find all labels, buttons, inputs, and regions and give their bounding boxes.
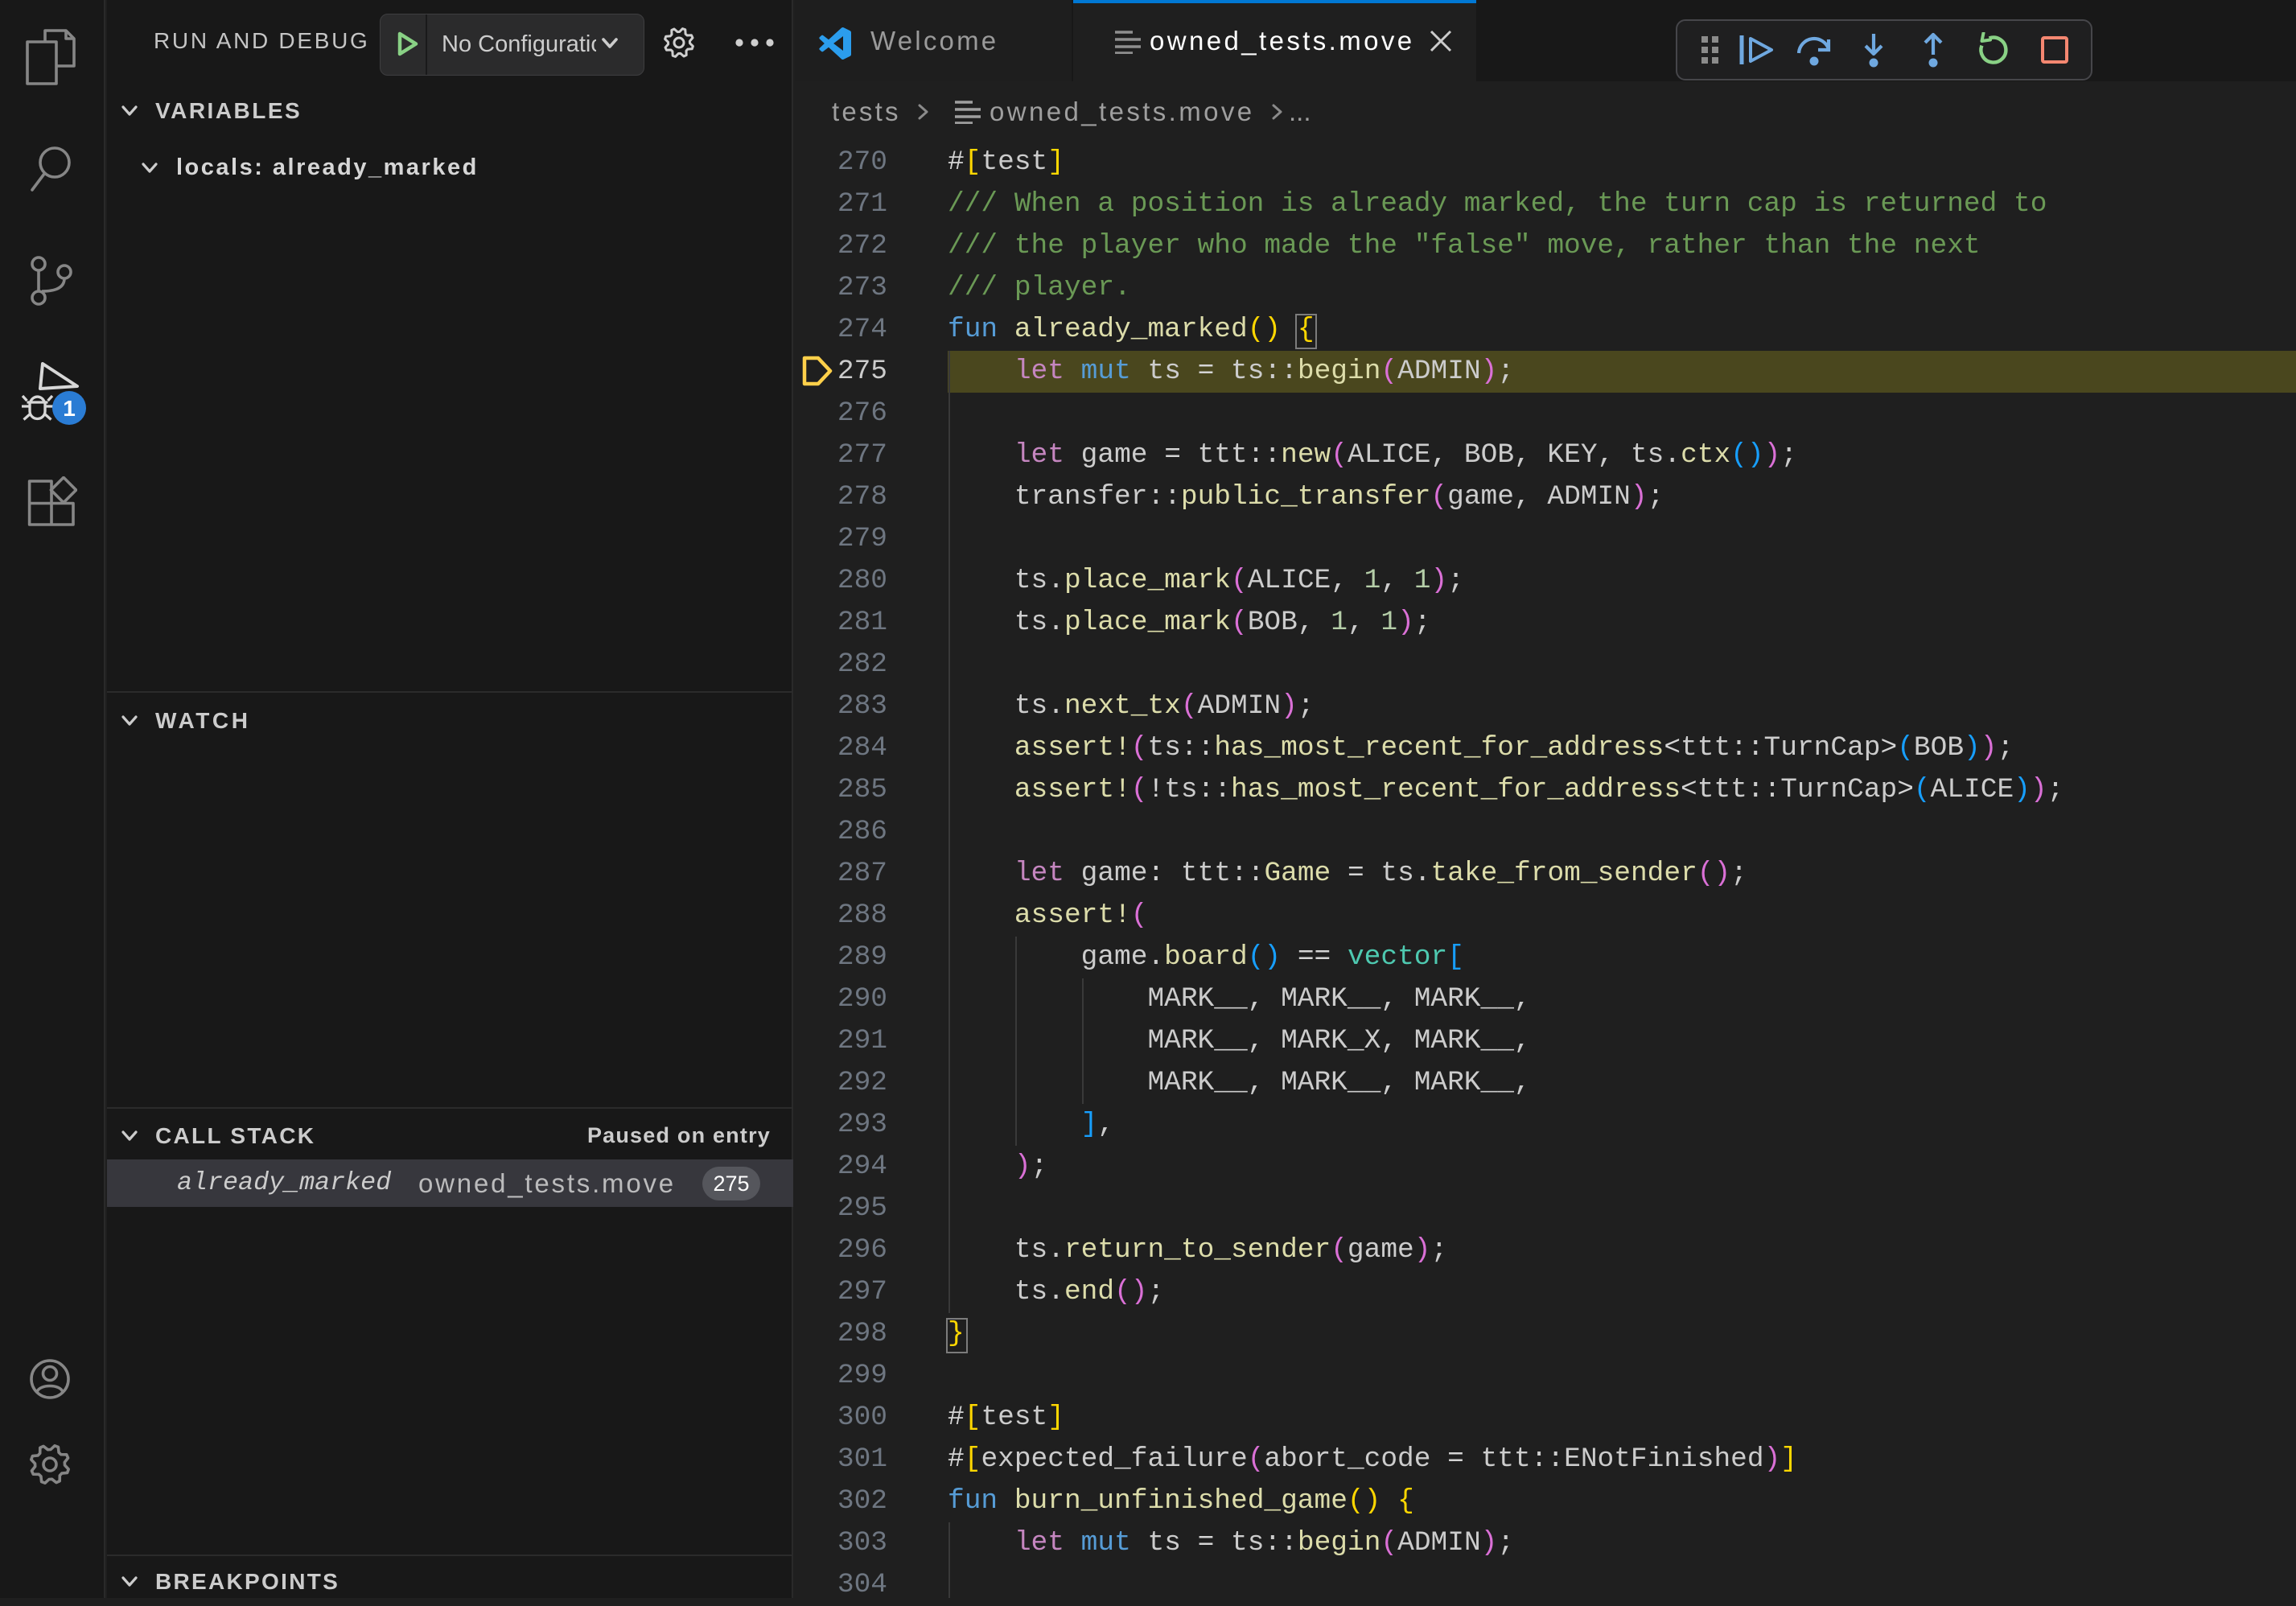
svg-text:1: 1 <box>63 396 76 421</box>
